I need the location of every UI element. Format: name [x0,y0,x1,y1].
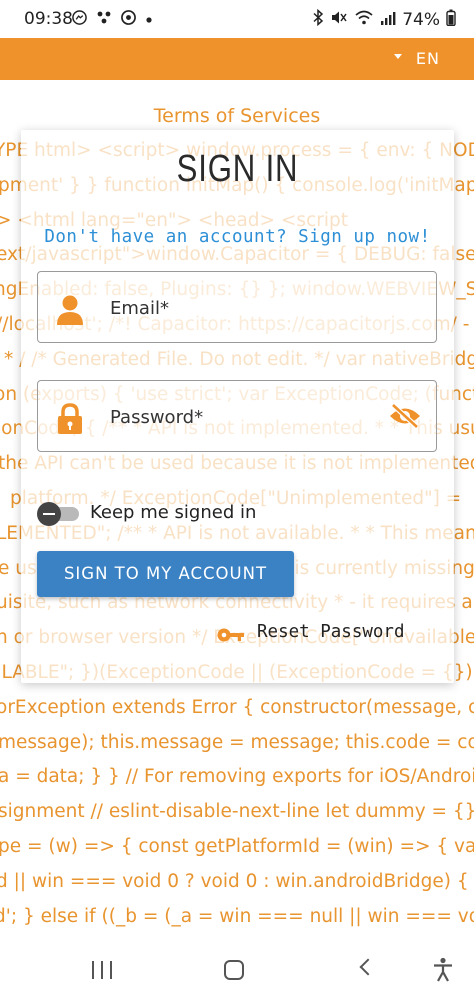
email-field[interactable]: Email* [37,271,437,343]
code-line: d || win === void 0 ? void 0 : win.andro… [0,870,474,892]
code-line: message); this.message = message; this.c… [0,731,474,753]
code-line: pe = (w) => { const getPlatformId = (win… [0,836,474,857]
toggle-knob [37,502,61,526]
key-icon [217,626,245,644]
code-line: signment // eslint-disable-next-line let… [0,801,474,823]
home-icon[interactable] [224,960,244,980]
notification-dot-icon [145,11,153,29]
status-right-icons: 74% [313,8,456,30]
code-line: orException extends Error { constructor(… [0,696,474,718]
status-time: 09:38 [24,9,73,29]
mute-icon [330,9,348,30]
eye-off-icon[interactable] [388,403,422,429]
navigation-bar [0,942,474,1000]
terms-of-services-link[interactable]: Terms of Services [0,105,474,127]
accessibility-icon[interactable] [432,957,454,983]
reset-password-link[interactable]: Reset Password [257,622,405,642]
messenger-icon [72,10,87,30]
dots-icon [96,10,112,30]
lock-icon [56,403,84,435]
signup-link[interactable]: Don't have an account? Sign up now! [21,227,454,247]
app-header: EN [0,38,474,80]
keep-signed-in-toggle[interactable] [37,502,83,526]
code-line: a = data; } } // For removing exports fo… [0,766,474,788]
battery-level: 74% [402,9,440,30]
battery-icon [446,9,456,30]
signin-title: SIGN IN [176,148,299,190]
wifi-icon [354,9,374,30]
status-left-icons [72,10,153,30]
user-icon [56,294,84,326]
chrome-icon [121,10,136,30]
language-selector[interactable]: EN [416,49,440,68]
status-bar: 09:38 74% [0,0,474,38]
recent-apps-icon[interactable] [92,961,114,979]
email-label: Email* [110,298,169,319]
back-icon[interactable] [359,958,377,976]
password-field[interactable]: Password* [37,380,437,452]
keep-signed-in-label: Keep me signed in [90,502,257,523]
signin-card: SIGN IN Don't have an account? Sign up n… [21,130,454,683]
signal-icon [380,10,396,30]
code-line: d'; } else if ((_b = (_a = win === null … [0,905,474,927]
bluetooth-icon [313,8,324,30]
chevron-down-icon[interactable] [394,54,402,59]
password-label: Password* [110,407,204,428]
sign-in-button[interactable]: SIGN TO MY ACCOUNT [37,551,294,597]
